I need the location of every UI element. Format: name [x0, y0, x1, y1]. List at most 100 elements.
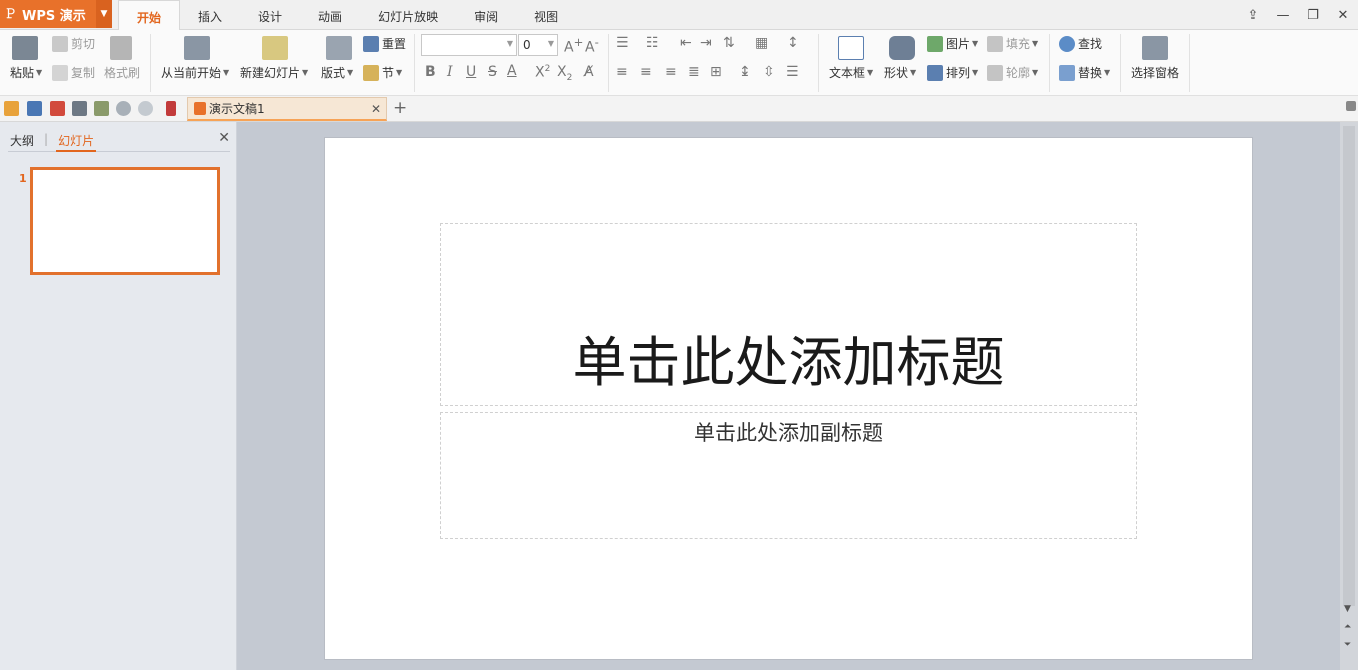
bullets-icon[interactable]: ☰ [616, 35, 629, 51]
list-options-icon[interactable]: ☰ [786, 64, 799, 80]
text-box-button[interactable]: 文本框 ▼ [829, 64, 873, 81]
paste-button[interactable]: 粘贴 ▼ [10, 64, 42, 81]
justify-icon[interactable]: ≣ [688, 64, 700, 80]
minimize-button[interactable]: — [1268, 1, 1298, 29]
chevron-down-icon: ▼ [506, 39, 513, 48]
slide-canvas[interactable]: 单击此处添加标题 单击此处添加副标题 [324, 137, 1253, 660]
tab-review[interactable]: 审阅 [456, 0, 516, 30]
copy-icon [52, 64, 68, 81]
align-left-icon[interactable]: ≡ [616, 64, 628, 80]
tab-design[interactable]: 设计 [240, 0, 300, 30]
separator [608, 34, 609, 92]
italic-icon[interactable]: I [447, 64, 453, 80]
prev-slide-icon[interactable]: ⏶ [1344, 622, 1351, 632]
clear-format-icon[interactable]: A̸ [584, 64, 594, 80]
align-center-icon[interactable]: ≡ [640, 64, 652, 80]
shrink-font-icon[interactable]: A- [585, 35, 599, 56]
app-menu-button[interactable]: 𝙿 WPS 演示 ▼ [0, 0, 112, 28]
search-icon [1059, 35, 1075, 52]
picture-button[interactable]: 图片 ▼ [927, 35, 978, 52]
tab-outline[interactable]: 大纲 [8, 130, 36, 151]
copy-label: 复制 [71, 66, 96, 80]
font-family-select[interactable]: ▼ [421, 34, 517, 56]
subtitle-placeholder[interactable]: 单击此处添加副标题 [440, 412, 1137, 539]
shapes-button[interactable]: 形状 ▼ [884, 64, 916, 81]
open-folder-icon[interactable] [4, 101, 19, 116]
new-tab-button[interactable]: + [393, 98, 407, 118]
decrease-indent-icon[interactable]: ⇤ [680, 35, 692, 51]
scroll-down-icon[interactable]: ▼ [1344, 604, 1351, 614]
underline-icon[interactable]: U [466, 64, 476, 80]
paste-label: 粘贴 [10, 66, 35, 80]
close-pane-icon[interactable]: ✕ [218, 130, 230, 146]
reset-label: 重置 [382, 37, 407, 51]
cut-button[interactable]: 剪切 [52, 35, 95, 52]
arrange-button[interactable]: 排列 ▼ [927, 64, 978, 81]
section-icon [363, 64, 379, 81]
save-icon[interactable] [27, 101, 42, 116]
next-slide-icon[interactable]: ⏷ [1344, 640, 1351, 650]
arrange-label: 排列 [946, 66, 971, 80]
app-menu-dropdown-icon[interactable]: ▼ [96, 0, 112, 28]
line-spacing-icon[interactable]: ↨ [739, 64, 751, 80]
ribbon-collapse-icon[interactable] [1346, 101, 1356, 111]
vertical-scrollbar[interactable]: ▼ ⏶ ⏷ [1340, 122, 1358, 670]
fill-bucket-icon [987, 35, 1003, 52]
increase-indent-icon[interactable]: ⇥ [700, 35, 712, 51]
find-label: 查找 [1078, 37, 1103, 51]
subscript-icon[interactable]: X2 [557, 64, 572, 83]
scrollbar-thumb[interactable] [1343, 126, 1355, 606]
reset-button[interactable]: 重置 [363, 35, 406, 52]
align-text-icon[interactable]: ↕ [787, 35, 799, 51]
tab-home[interactable]: 开始 [118, 0, 181, 31]
title-placeholder[interactable]: 单击此处添加标题 [440, 223, 1137, 406]
quick-access-toolbar: 演示文稿1 ✕ + [0, 96, 1358, 122]
format-painter-button[interactable]: 格式刷 [104, 64, 140, 81]
restore-button[interactable]: ❐ [1298, 1, 1328, 29]
new-slide-button[interactable]: 新建幻灯片 ▼ [240, 64, 308, 81]
close-tab-icon[interactable]: ✕ [371, 102, 381, 116]
export-pdf-icon[interactable] [50, 101, 65, 116]
outline-button[interactable]: 轮廓 ▼ [987, 64, 1038, 81]
close-window-button[interactable]: ✕ [1328, 1, 1358, 29]
find-button[interactable]: 查找 [1059, 35, 1102, 52]
align-right-icon[interactable]: ≡ [665, 64, 677, 80]
tab-insert[interactable]: 插入 [180, 0, 240, 30]
from-current-button[interactable]: 从当前开始 ▼ [161, 64, 229, 81]
customize-toolbar-icon[interactable] [166, 101, 176, 116]
document-tab[interactable]: 演示文稿1 ✕ [187, 97, 387, 121]
play-from-current-icon [184, 36, 210, 60]
tab-view[interactable]: 视图 [516, 0, 576, 30]
selection-pane-icon [1142, 36, 1168, 60]
section-button[interactable]: 节 ▼ [363, 64, 402, 81]
distributed-icon[interactable]: ⊞ [710, 64, 722, 80]
font-size-select[interactable]: 0 ▼ [518, 34, 558, 56]
document-tab-label: 演示文稿1 [209, 102, 265, 116]
paragraph-spacing-icon[interactable]: ⇳ [763, 64, 775, 80]
tab-animation[interactable]: 动画 [300, 0, 360, 30]
tab-slideshow[interactable]: 幻灯片放映 [360, 0, 456, 30]
undo-icon[interactable] [116, 101, 131, 116]
arrange-icon [927, 64, 943, 81]
slide-number: 1 [19, 172, 27, 185]
copy-button[interactable]: 复制 [52, 64, 95, 81]
text-direction-icon[interactable]: ⇅ [723, 35, 735, 51]
separator [818, 34, 819, 92]
superscript-icon[interactable]: X2 [535, 64, 550, 81]
bold-icon[interactable]: B [425, 64, 436, 80]
redo-icon[interactable] [138, 101, 153, 116]
selection-pane-button[interactable]: 选择窗格 [1131, 64, 1179, 81]
columns-icon[interactable]: ▦ [755, 35, 768, 51]
strikethrough-icon[interactable]: S [488, 64, 497, 80]
tab-slides[interactable]: 幻灯片 [56, 130, 97, 152]
grow-font-icon[interactable]: A+ [564, 35, 583, 56]
replace-button[interactable]: 替换 ▼ [1059, 64, 1110, 81]
font-color-icon[interactable]: A [507, 63, 517, 79]
upload-icon[interactable]: ⇪ [1238, 1, 1268, 29]
print-icon[interactable] [72, 101, 87, 116]
numbering-icon[interactable]: ☷ [646, 35, 659, 51]
slide-thumbnail[interactable] [30, 167, 220, 275]
fill-button[interactable]: 填充 ▼ [987, 35, 1038, 52]
print-preview-icon[interactable] [94, 101, 109, 116]
layout-button[interactable]: 版式 ▼ [321, 64, 353, 81]
